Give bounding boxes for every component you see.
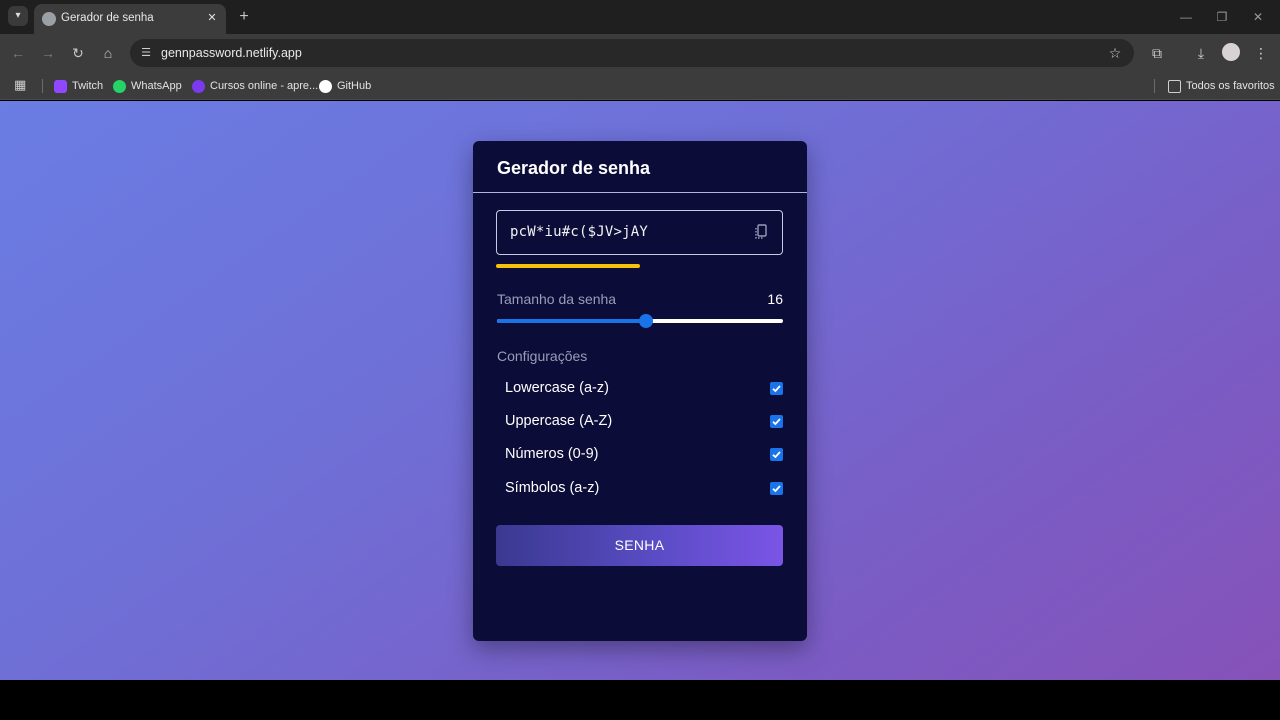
whatsapp-icon: [113, 79, 126, 93]
address-bar[interactable]: ☰ gennpassword.netlify.app ☆: [130, 39, 1134, 67]
check-icon: [772, 451, 781, 459]
all-bookmarks-folder[interactable]: Todos os favoritos: [1168, 77, 1275, 95]
slider-thumb[interactable]: [638, 314, 653, 328]
bookmark-star-icon[interactable]: ☆: [1106, 44, 1124, 62]
new-tab-button[interactable]: +: [234, 7, 254, 27]
length-label: Tamanho da senha: [497, 291, 617, 307]
tab-strip: ▾ Gerador de senha ✕ + — ❐ ✕: [0, 0, 1280, 34]
bookmark-label: GitHub: [337, 80, 372, 92]
back-icon[interactable]: ←: [8, 43, 28, 63]
settings-label: Configurações: [497, 348, 588, 364]
download-icon[interactable]: ⤓: [1191, 43, 1211, 63]
page-viewport: Gerador de senha pcW*iu#c($JV>jAY Tamanh…: [0, 101, 1280, 680]
course-site-icon: [192, 79, 205, 93]
password-strength-bar: [496, 264, 640, 268]
active-tab[interactable]: Gerador de senha ✕: [34, 4, 226, 34]
symbols-checkbox[interactable]: [770, 482, 783, 495]
option-symbols[interactable]: Símbolos (a-z): [505, 479, 785, 499]
copy-icon[interactable]: [752, 223, 770, 241]
forward-icon[interactable]: →: [38, 43, 58, 63]
bookmark-twitch[interactable]: Twitch: [54, 77, 103, 95]
option-label: Números (0-9): [505, 446, 599, 462]
bookmarks-bar: ▦ Twitch WhatsApp Cursos online - apre..…: [0, 72, 1280, 100]
numbers-checkbox[interactable]: [770, 448, 783, 461]
twitch-icon: [54, 79, 67, 93]
reload-icon[interactable]: ↻: [68, 43, 88, 63]
bookmark-cursos[interactable]: Cursos online - apre...: [192, 77, 318, 95]
close-window-icon[interactable]: ✕: [1248, 8, 1268, 26]
option-label: Lowercase (a-z): [505, 380, 609, 396]
option-lowercase[interactable]: Lowercase (a-z): [505, 379, 785, 399]
bottom-black-bar: [0, 680, 1280, 720]
uppercase-checkbox[interactable]: [770, 415, 783, 428]
check-icon: [772, 418, 781, 426]
minimize-icon[interactable]: —: [1176, 8, 1196, 26]
bookmark-label: Todos os favoritos: [1186, 80, 1275, 92]
card-title: Gerador de senha: [497, 158, 651, 178]
github-icon: [319, 79, 332, 93]
option-label: Uppercase (A-Z): [505, 413, 613, 429]
check-icon: [772, 385, 781, 393]
bookmark-label: Twitch: [72, 80, 104, 92]
lowercase-checkbox[interactable]: [770, 382, 783, 395]
home-icon[interactable]: ⌂: [98, 43, 118, 63]
browser-toolbar: ← → ↻ ⌂ ☰ gennpassword.netlify.app ☆ ⧉ ⤓…: [0, 34, 1280, 72]
profile-avatar[interactable]: [1222, 43, 1240, 61]
bookmark-label: Cursos online - apre...: [210, 80, 319, 92]
tab-title: Gerador de senha: [61, 12, 154, 24]
option-uppercase[interactable]: Uppercase (A-Z): [505, 412, 785, 432]
option-label: Símbolos (a-z): [505, 480, 600, 496]
bookmark-github[interactable]: GitHub: [319, 77, 371, 95]
globe-icon: [42, 12, 56, 26]
extensions-icon[interactable]: ⧉: [1147, 43, 1167, 63]
option-numbers[interactable]: Números (0-9): [505, 445, 785, 465]
close-tab-icon[interactable]: ✕: [204, 10, 220, 26]
password-output-field[interactable]: pcW*iu#c($JV>jAY: [496, 210, 783, 255]
url-text[interactable]: gennpassword.netlify.app: [161, 46, 302, 60]
menu-icon[interactable]: ⋮: [1251, 43, 1271, 63]
check-icon: [772, 485, 781, 493]
password-text[interactable]: pcW*iu#c($JV>jAY: [510, 224, 648, 240]
bookmark-label: WhatsApp: [131, 80, 182, 92]
apps-grid-icon[interactable]: ▦: [14, 78, 28, 92]
password-generator-card: Gerador de senha pcW*iu#c($JV>jAY Tamanh…: [473, 141, 807, 641]
length-value: 16: [767, 291, 783, 307]
folder-icon: [1168, 79, 1181, 93]
slider-fill: [497, 319, 646, 323]
length-slider[interactable]: [497, 313, 783, 329]
bookmarks-separator: [42, 79, 43, 93]
generate-password-button[interactable]: SENHA: [496, 525, 783, 566]
card-divider: [473, 192, 807, 193]
bookmarks-separator: [1154, 79, 1155, 93]
bookmark-whatsapp[interactable]: WhatsApp: [113, 77, 182, 95]
maximize-icon[interactable]: ❐: [1212, 8, 1232, 26]
site-info-icon[interactable]: ☰: [139, 46, 153, 60]
tab-search-button[interactable]: ▾: [8, 6, 28, 26]
